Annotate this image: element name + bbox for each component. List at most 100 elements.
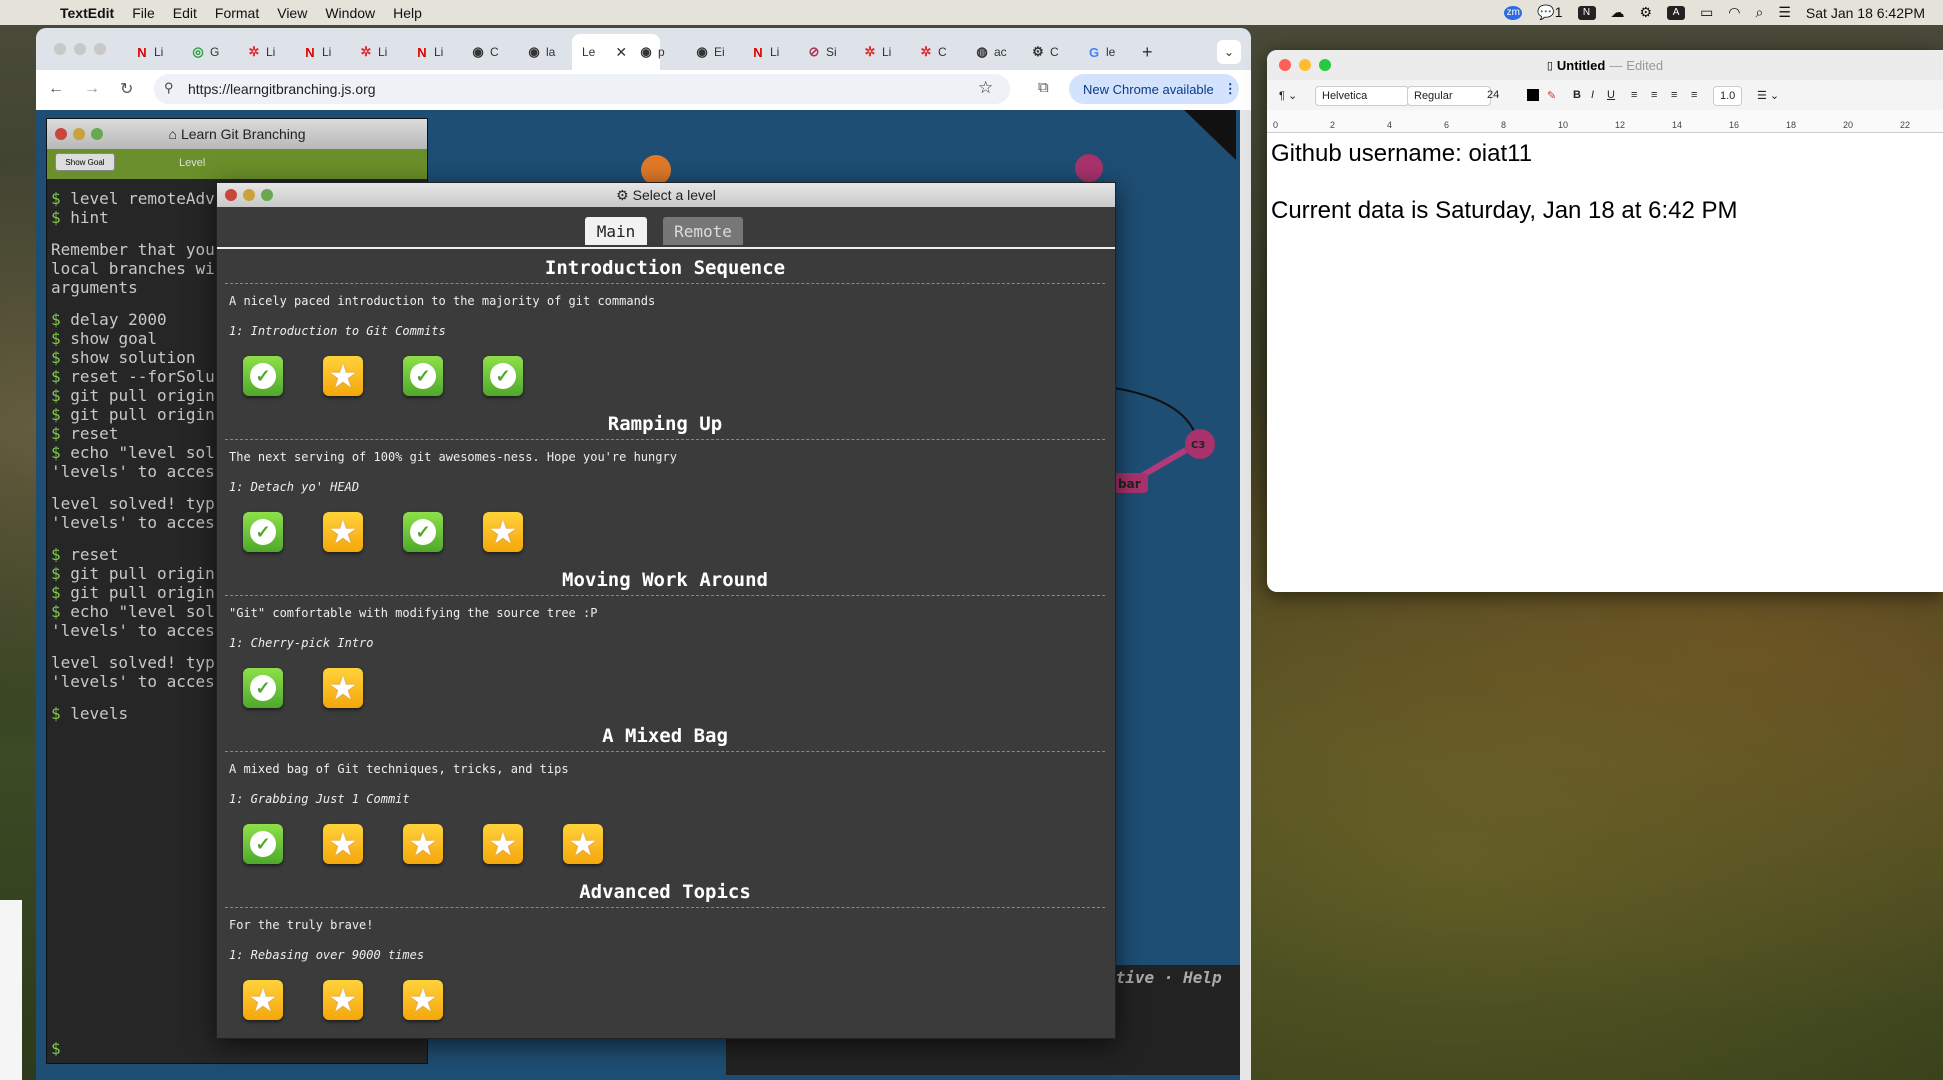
font-size-select[interactable]: 24	[1487, 86, 1499, 104]
back-arrow-icon[interactable]: ←	[48, 80, 64, 98]
more-menu-icon[interactable]: ⋮	[1224, 81, 1237, 97]
minimize-icon[interactable]	[243, 189, 255, 201]
level-completed-button[interactable]: ✓	[403, 356, 443, 396]
justify-icon[interactable]: ≡	[1691, 86, 1697, 104]
level-completed-button[interactable]: ✓	[243, 356, 283, 396]
close-icon[interactable]	[55, 128, 67, 140]
level-unsolved-button[interactable]: ★	[323, 980, 363, 1020]
italic-icon[interactable]: I	[1591, 86, 1594, 104]
control-center-icon[interactable]: ☰	[1778, 4, 1791, 21]
level-unsolved-button[interactable]: ★	[243, 980, 283, 1020]
tab[interactable]: ✲ C	[918, 38, 947, 66]
battery-icon[interactable]: ▭	[1700, 4, 1713, 21]
tab[interactable]: N Li	[134, 38, 163, 66]
level-unsolved-button[interactable]: ★	[323, 356, 363, 396]
menu-file[interactable]: File	[132, 5, 155, 21]
clock[interactable]: Sat Jan 18 6:42PM	[1806, 5, 1925, 21]
menu-window[interactable]: Window	[325, 5, 375, 21]
close-tab-icon[interactable]: ✕	[615, 44, 627, 61]
new-chrome-available-button[interactable]: New Chrome available ⋮	[1069, 74, 1239, 104]
tab[interactable]: ◉ Ei	[694, 38, 724, 66]
tab[interactable]: ◍ ac	[974, 38, 1006, 66]
close-icon[interactable]	[225, 189, 237, 201]
tab[interactable]: ◉ la	[526, 38, 555, 66]
align-center-icon[interactable]: ≡	[1651, 86, 1657, 104]
ruler[interactable]: 0 2 4 6 8 10 12 14 16 18 20 22	[1267, 110, 1943, 133]
menu-edit[interactable]: Edit	[173, 5, 197, 21]
level-unsolved-button[interactable]: ★	[483, 824, 523, 864]
document-body[interactable]: Github username: oiat11 Current data is …	[1271, 140, 1931, 254]
font-family-select[interactable]: Helvetica	[1315, 86, 1409, 106]
reload-icon[interactable]: ↻	[120, 79, 133, 99]
level-completed-button[interactable]: ✓	[483, 356, 523, 396]
wechat-status-icon[interactable]: 💬1	[1537, 4, 1562, 21]
level-completed-button[interactable]: ✓	[403, 512, 443, 552]
text-color-swatch[interactable]	[1527, 89, 1539, 101]
tab[interactable]: N Li	[302, 38, 331, 66]
tab-main[interactable]: Main	[585, 217, 647, 245]
forward-arrow-icon[interactable]: →	[84, 80, 100, 98]
level-completed-button[interactable]: ✓	[243, 512, 283, 552]
input-source-icon[interactable]: A	[1667, 5, 1686, 20]
minimize-icon[interactable]	[73, 128, 85, 140]
level-unsolved-button[interactable]: ★	[563, 824, 603, 864]
level-unsolved-button[interactable]: ★	[323, 668, 363, 708]
new-tab-button[interactable]: +	[1142, 38, 1153, 66]
level-unsolved-button[interactable]: ★	[323, 512, 363, 552]
underline-icon[interactable]: U	[1607, 86, 1615, 104]
close-window-icon[interactable]	[54, 43, 66, 55]
search-icon[interactable]: ⌕	[1756, 4, 1764, 21]
tab[interactable]: ✲ Li	[862, 38, 892, 66]
tab[interactable]: ⚙ C	[1030, 38, 1059, 66]
tab[interactable]: ◎ G	[190, 38, 219, 66]
highlight-icon[interactable]: ✎	[1547, 86, 1556, 104]
minimize-icon[interactable]	[1299, 59, 1311, 71]
level-unsolved-button[interactable]: ★	[403, 980, 443, 1020]
show-goal-button[interactable]: Show Goal	[55, 153, 115, 171]
menu-help[interactable]: Help	[393, 5, 422, 21]
paragraph-style-icon[interactable]: ¶ ⌄	[1279, 86, 1297, 104]
bookmark-star-icon[interactable]: ☆	[978, 78, 993, 98]
tab[interactable]: N Li	[414, 38, 443, 66]
url-text[interactable]: https://learngitbranching.js.org	[188, 81, 376, 97]
notion-status-icon[interactable]: N	[1577, 5, 1596, 20]
terminal-input-prompt[interactable]: $	[51, 1039, 61, 1058]
level-completed-button[interactable]: ✓	[243, 824, 283, 864]
menu-view[interactable]: View	[277, 5, 307, 21]
zoom-icon[interactable]	[1319, 59, 1331, 71]
level-unsolved-button[interactable]: ★	[403, 824, 443, 864]
level-unsolved-button[interactable]: ★	[323, 824, 363, 864]
tab[interactable]: ◉ p	[638, 38, 664, 66]
address-bar[interactable]: ⚲ https://learngitbranching.js.org ☆	[154, 74, 1010, 104]
level-unsolved-button[interactable]: ★	[483, 512, 523, 552]
extensions-puzzle-icon[interactable]: ⧉	[1038, 79, 1049, 96]
font-style-select[interactable]: Regular	[1407, 86, 1491, 106]
site-info-icon[interactable]: ⚲	[164, 80, 174, 96]
wifi-icon[interactable]: ◠	[1728, 4, 1740, 21]
commit-node-top[interactable]	[1075, 154, 1103, 182]
tab[interactable]: ✲ Li	[246, 38, 276, 66]
page-scrollbar[interactable]	[1240, 110, 1251, 1080]
menu-format[interactable]: Format	[215, 5, 259, 21]
maximize-icon[interactable]	[91, 128, 103, 140]
align-left-icon[interactable]: ≡	[1631, 86, 1637, 104]
cloud-status-icon[interactable]: ☁	[1611, 4, 1625, 21]
github-corner-icon[interactable]	[1184, 110, 1236, 160]
tab[interactable]: Gle	[1086, 38, 1115, 66]
level-completed-button[interactable]: ✓	[243, 668, 283, 708]
minimize-window-icon[interactable]	[74, 43, 86, 55]
close-icon[interactable]	[1279, 59, 1291, 71]
tab-active-content[interactable]: Le ✕	[582, 38, 627, 66]
bold-icon[interactable]: B	[1573, 86, 1581, 104]
maximize-icon[interactable]	[261, 189, 273, 201]
tab[interactable]: N Li	[750, 38, 779, 66]
line-spacing-select[interactable]: 1.0	[1713, 86, 1743, 106]
list-style-icon[interactable]: ☰ ⌄	[1757, 86, 1779, 104]
chatgpt-status-icon[interactable]: ⚙	[1640, 4, 1653, 21]
footer-links[interactable]: ctive · Help	[1106, 968, 1222, 987]
commit-node-head[interactable]	[641, 155, 671, 185]
tab[interactable]: ✲ Li	[358, 38, 388, 66]
zoom-window-icon[interactable]	[94, 43, 106, 55]
tab[interactable]: ◉ C	[470, 38, 498, 66]
zoom-status-icon[interactable]: zm	[1504, 5, 1523, 20]
